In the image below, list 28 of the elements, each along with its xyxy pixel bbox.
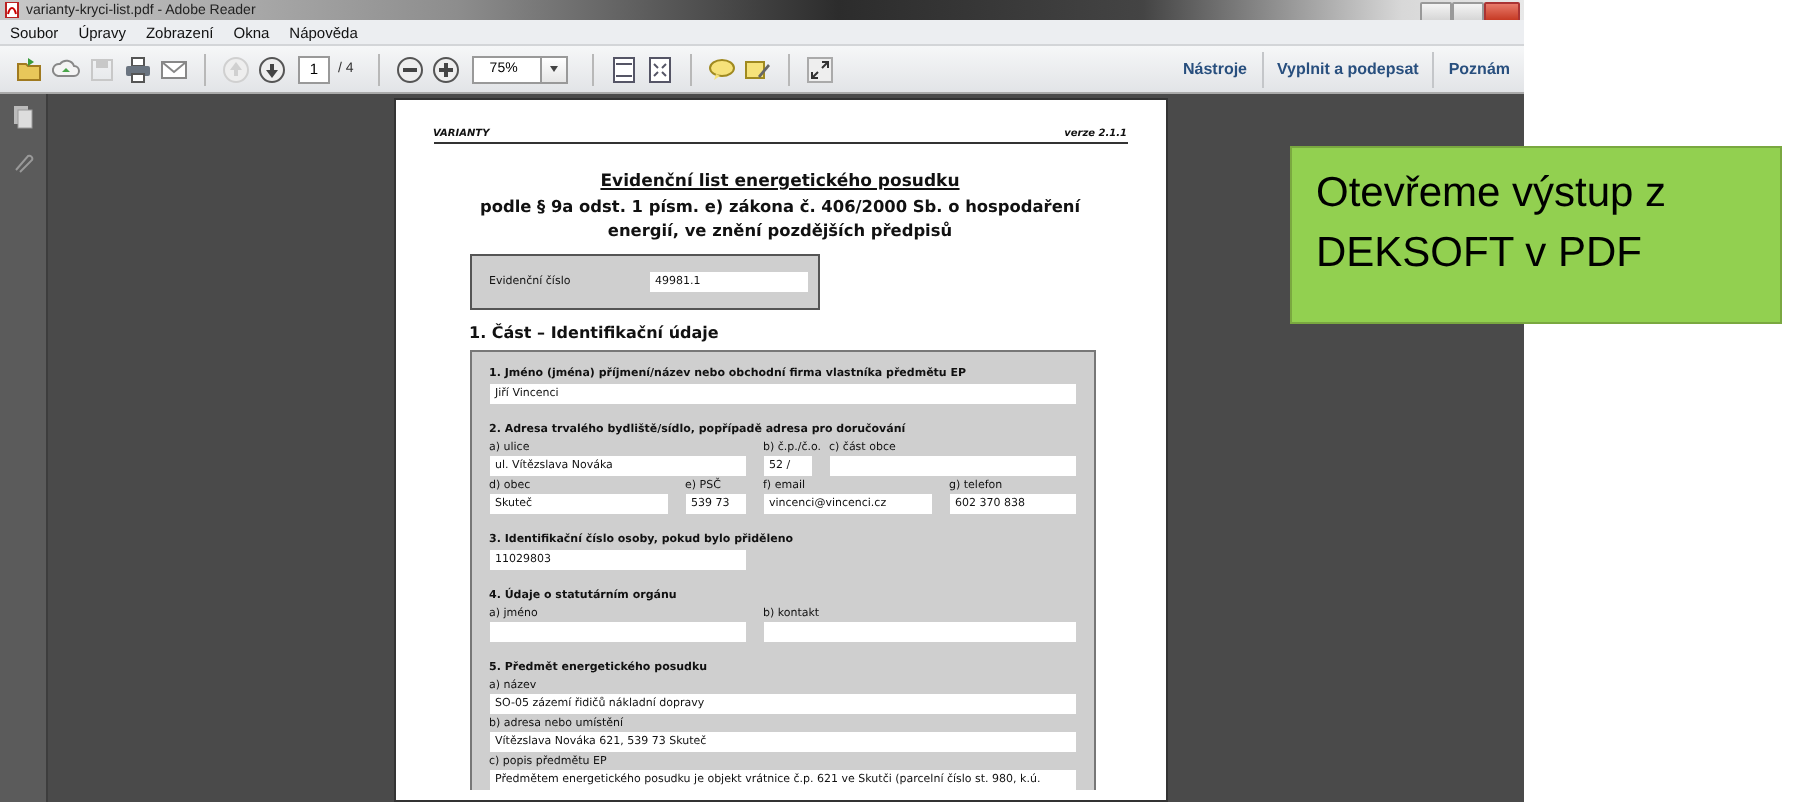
pages-icon[interactable] [12,106,34,130]
folder-icon[interactable] [16,55,44,83]
panel-tab[interactable]: Vyplnit a podepsat [1261,51,1433,87]
callout-box: Otevřeme výstup z DEKSOFT v PDF [1290,146,1782,324]
caret-icon[interactable] [547,64,560,74]
zoom-in-icon[interactable] [431,55,460,83]
sign-icon[interactable] [743,55,772,83]
panel-tab[interactable]: Poznám [1432,51,1524,87]
section-heading: 1. Část – Identifikační údaje [469,324,721,342]
maximize-button[interactable] [1452,1,1484,21]
document-title: Evidenční list energetického posudku [598,172,962,192]
cloud-icon[interactable] [52,55,80,83]
input-field[interactable] [489,622,745,642]
minimize-button[interactable] [1420,1,1452,21]
fit-page-icon[interactable] [645,55,674,83]
document-subtitle: podle § 9a odst. 1 písm. e) zákona č. 406/2000 Sb. o hospodaření energií, ve znění pozdějších předpisů [477,194,1083,242]
input-field[interactable] [829,456,1075,476]
zoom-out-icon[interactable] [395,55,424,83]
expand-icon[interactable] [805,55,834,83]
paperclip-icon[interactable] [12,150,34,174]
fit-width-icon[interactable] [609,55,638,83]
print-icon[interactable] [124,55,152,83]
mail-icon[interactable] [160,55,188,83]
panel-tab[interactable]: Nástroje [1168,51,1261,87]
close-button[interactable] [1484,1,1520,21]
input-field[interactable] [763,622,1075,642]
comment-icon[interactable] [707,55,736,83]
pdf-file-icon [4,2,20,18]
